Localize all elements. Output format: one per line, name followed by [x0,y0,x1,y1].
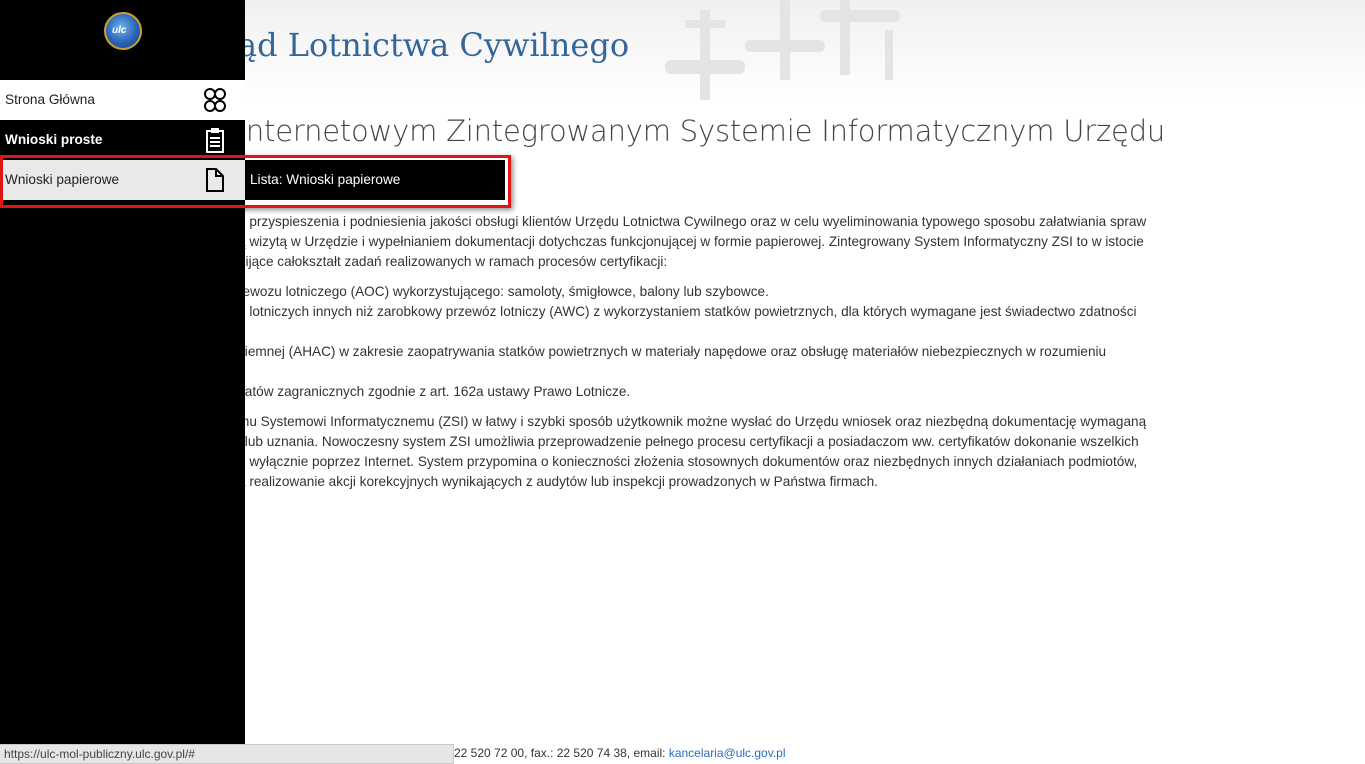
paragraph-line: pijące całokształt zadań realizowanych w… [238,254,668,269]
footer-phone: 22 520 72 00, fax.: 22 520 74 38, email: [454,746,669,760]
paragraph-line: a realizowanie akcji korekcyjnych wynika… [238,474,878,489]
ulc-logo[interactable]: ulc [104,12,142,50]
sidebar-item-label: Wnioski papierowe [5,172,120,187]
paragraph-line: ziemnej (AHAC) w zakresie zaopatrywania … [238,344,1107,359]
paragraph-line: rewozu lotniczego (AOC) wykorzystującego… [238,284,769,299]
sidebar-item-label: Strona Główna [5,92,95,107]
document-icon [206,168,224,192]
paragraph-line: g lotniczych innych niż zarobkowy przewó… [238,304,1137,319]
page-heading: internetowym Zintegrowanym Systemie Info… [238,114,1166,148]
flyout-paper-requests-list[interactable]: Lista: Wnioski papierowe [245,160,505,200]
site-title: ąd Lotnictwa Cywilnego [238,26,630,64]
intro-text: u przyspieszenia i podniesienia jakości … [238,212,1178,492]
status-bar-url: https://ulc-mol-publiczny.ulc.gov.pl/# [0,744,454,764]
network-icon [204,88,226,112]
paragraph-line: ę wyłącznie poprzez Internet. System prz… [238,454,1138,469]
paragraph-line: ą wizytą w Urzędzie i wypełnianiem dokum… [238,234,1144,249]
footer-email-link[interactable]: kancelaria@ulc.gov.pl [669,746,786,760]
paragraph-line: u przyspieszenia i podniesienia jakości … [238,214,1147,229]
logo-text: ulc [112,25,127,36]
sidebar-item-home[interactable]: Strona Główna [0,80,245,120]
footer-contact: 22 520 72 00, fax.: 22 520 74 38, email:… [454,746,786,760]
paragraph-line: mu Systemowi Informatycznemu (ZSI) w łat… [238,414,1147,429]
paragraph-line: i lub uznania. Nowoczesny system ZSI umo… [238,434,1139,449]
paragraph-line: katów zagranicznych zgodnie z art. 162a … [238,384,631,399]
clipboard-icon [206,128,224,153]
sidebar-item-simple-requests[interactable]: Wnioski proste [0,120,245,160]
sidebar-item-paper-requests[interactable]: Wnioski papierowe [0,160,245,200]
aircraft-watermark-icon [665,0,900,100]
sidebar: ulc Strona Główna Wnioski proste Wnioski… [0,0,245,764]
sidebar-item-label: Wnioski proste [5,132,103,147]
